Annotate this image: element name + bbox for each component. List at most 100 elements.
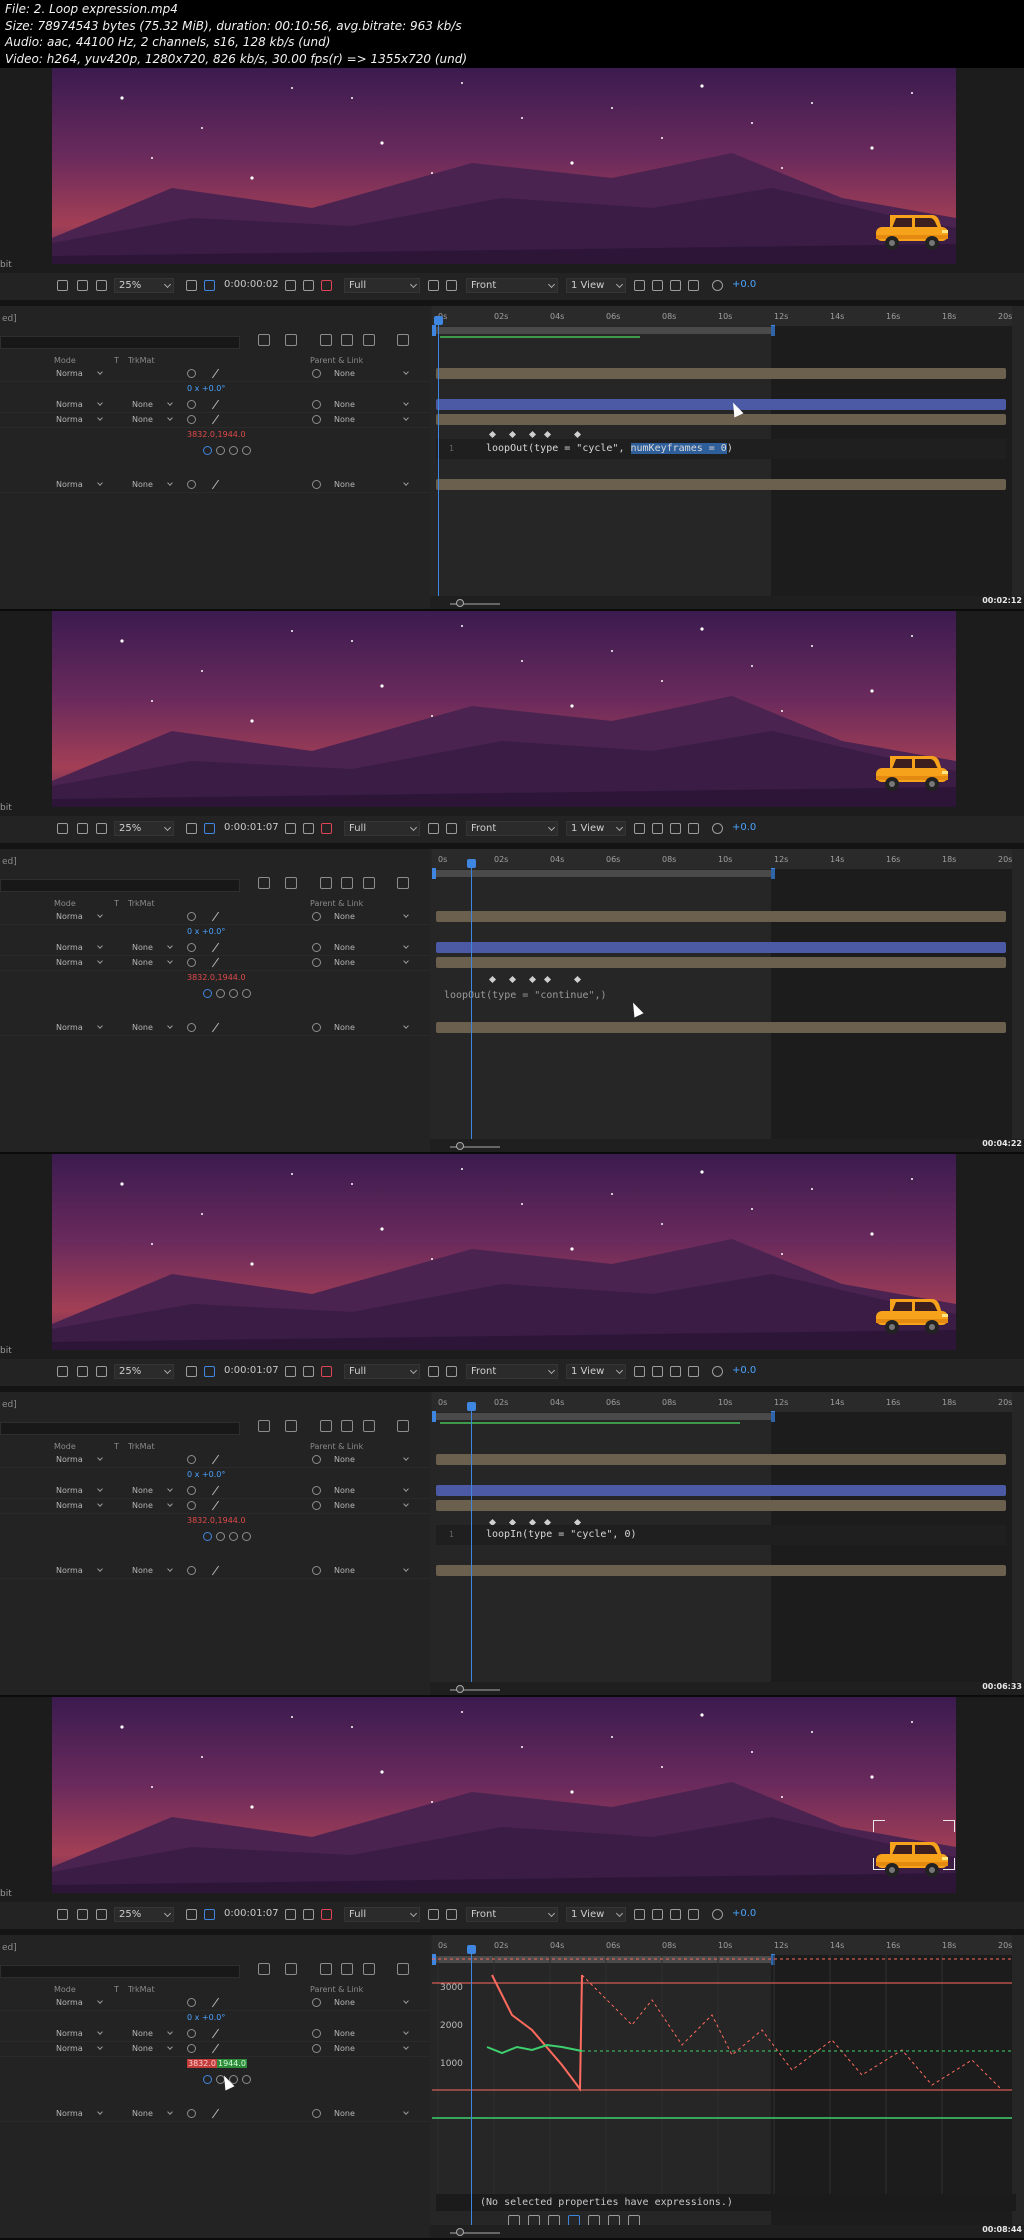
timeline-icon[interactable] [670, 823, 681, 834]
track-matte-dropdown[interactable]: None [130, 414, 174, 425]
track-bar-layer-3[interactable] [436, 1500, 1006, 1511]
shy-switch-icon[interactable] [187, 1998, 196, 2007]
flowchart-icon[interactable] [688, 280, 699, 291]
parent-dropdown[interactable]: None [332, 368, 410, 379]
position-value[interactable]: 3832.0,1944.0 [187, 973, 246, 982]
motion-blur-icon[interactable] [363, 1963, 375, 1975]
shy-switch-icon[interactable] [187, 480, 196, 489]
language-menu-icon[interactable] [242, 2075, 251, 2084]
parent-dropdown[interactable]: None [332, 1500, 410, 1511]
language-menu-icon[interactable] [242, 989, 251, 998]
zoom-slider-knob[interactable] [456, 1142, 464, 1150]
rotation-value[interactable]: 0 x +0.0° [187, 1470, 225, 1479]
car-layer[interactable] [872, 1289, 952, 1339]
parent-dropdown[interactable]: None [332, 399, 410, 410]
gear-icon[interactable] [712, 280, 723, 291]
parent-dropdown[interactable]: None [332, 2108, 410, 2119]
track-bar-layer-1[interactable] [436, 1454, 1006, 1465]
gear-icon[interactable] [712, 1909, 723, 1920]
pickwhip-icon[interactable] [312, 480, 321, 489]
language-menu-icon[interactable] [242, 446, 251, 455]
mask-icon[interactable] [96, 1366, 107, 1377]
quality-switch-icon[interactable] [211, 368, 220, 379]
pickwhip-icon[interactable] [312, 1566, 321, 1575]
monitor-icon[interactable] [77, 280, 88, 291]
pickwhip-icon[interactable] [229, 1532, 238, 1541]
comp-flowchart-icon[interactable] [258, 1420, 270, 1432]
monitor-icon[interactable] [77, 1909, 88, 1920]
track-matte-dropdown[interactable]: None [130, 479, 174, 490]
track-bar-layer-2[interactable] [436, 1485, 1006, 1496]
expression-text[interactable]: loopOut(type = "continue",) [444, 990, 607, 1001]
quality-switch-icon[interactable] [211, 479, 220, 490]
expression-enable-icon[interactable] [203, 1532, 212, 1541]
camera-view-dropdown[interactable]: Front [466, 278, 558, 293]
zoom-slider-knob[interactable] [456, 2228, 464, 2236]
zoom-dropdown[interactable]: 25% [114, 1364, 174, 1379]
blend-mode-dropdown[interactable]: Norma [54, 911, 104, 922]
shy-switch-icon[interactable] [187, 400, 196, 409]
fast-preview-icon[interactable] [652, 1909, 663, 1920]
pixel-ratio-icon[interactable] [634, 280, 645, 291]
region-icon[interactable] [204, 280, 215, 291]
always-preview-icon[interactable] [57, 1366, 68, 1377]
gear-icon[interactable] [712, 823, 723, 834]
resolution-dropdown[interactable]: Full [344, 1907, 420, 1922]
shy-switch-icon[interactable] [187, 1486, 196, 1495]
region-icon[interactable] [204, 1366, 215, 1377]
shy-switch-icon[interactable] [187, 1566, 196, 1575]
selection-corner[interactable] [873, 1820, 885, 1832]
pickwhip-icon[interactable] [312, 912, 321, 921]
playhead-handle[interactable] [467, 1945, 476, 1954]
position-value[interactable]: 3832.0 1944.0 [187, 2059, 247, 2068]
graph-editor-icon[interactable] [397, 1420, 409, 1432]
flowchart-icon[interactable] [688, 823, 699, 834]
expression-enable-icon[interactable] [203, 2075, 212, 2084]
position-value[interactable]: 3832.0,1944.0 [187, 430, 246, 439]
view-layout-dropdown[interactable]: 1 View [566, 1364, 626, 1379]
parent-dropdown[interactable]: None [332, 942, 410, 953]
mask-icon[interactable] [96, 823, 107, 834]
track-matte-dropdown[interactable]: None [130, 1485, 174, 1496]
gear-icon[interactable] [712, 1366, 723, 1377]
composition-canvas[interactable] [52, 611, 956, 807]
mask-icon[interactable] [96, 1909, 107, 1920]
track-matte-dropdown[interactable]: None [130, 1565, 174, 1576]
track-matte-dropdown[interactable]: None [130, 2043, 174, 2054]
quality-switch-icon[interactable] [211, 399, 220, 410]
pickwhip-icon[interactable] [312, 1486, 321, 1495]
pickwhip-icon[interactable] [312, 1998, 321, 2007]
blend-mode-dropdown[interactable]: Norma [54, 957, 104, 968]
layer-search-input[interactable] [0, 1422, 240, 1435]
blend-mode-dropdown[interactable]: Norma [54, 368, 104, 379]
parent-dropdown[interactable]: None [332, 957, 410, 968]
track-bar-layer-4[interactable] [436, 479, 1006, 490]
quality-switch-icon[interactable] [211, 1997, 220, 2008]
fit-icon[interactable] [186, 1366, 197, 1377]
blend-mode-dropdown[interactable]: Norma [54, 1485, 104, 1496]
layer-search-input[interactable] [0, 879, 240, 892]
track-matte-dropdown[interactable]: None [130, 1500, 174, 1511]
playhead-line[interactable] [471, 861, 472, 1154]
comp-flowchart-icon[interactable] [258, 1963, 270, 1975]
parent-dropdown[interactable]: None [332, 911, 410, 922]
track-matte-dropdown[interactable]: None [130, 942, 174, 953]
pickwhip-icon[interactable] [229, 989, 238, 998]
work-area-bar[interactable] [432, 327, 772, 334]
shy-icon[interactable] [320, 1420, 332, 1432]
grid-icon[interactable] [446, 823, 457, 834]
graph-editor-icon[interactable] [397, 1963, 409, 1975]
frame-blend-icon[interactable] [341, 1420, 353, 1432]
timeline-icon[interactable] [670, 1366, 681, 1377]
parent-dropdown[interactable]: None [332, 479, 410, 490]
track-bar-layer-2[interactable] [436, 942, 1006, 953]
quality-switch-icon[interactable] [211, 1500, 220, 1511]
playhead-line[interactable] [471, 1947, 472, 2240]
pickwhip-icon[interactable] [312, 943, 321, 952]
quality-switch-icon[interactable] [211, 2028, 220, 2039]
pickwhip-icon[interactable] [312, 400, 321, 409]
track-bar-layer-3[interactable] [436, 957, 1006, 968]
quality-switch-icon[interactable] [211, 1454, 220, 1465]
toggle-transparency-icon[interactable] [428, 1366, 439, 1377]
graph-icon[interactable] [216, 446, 225, 455]
